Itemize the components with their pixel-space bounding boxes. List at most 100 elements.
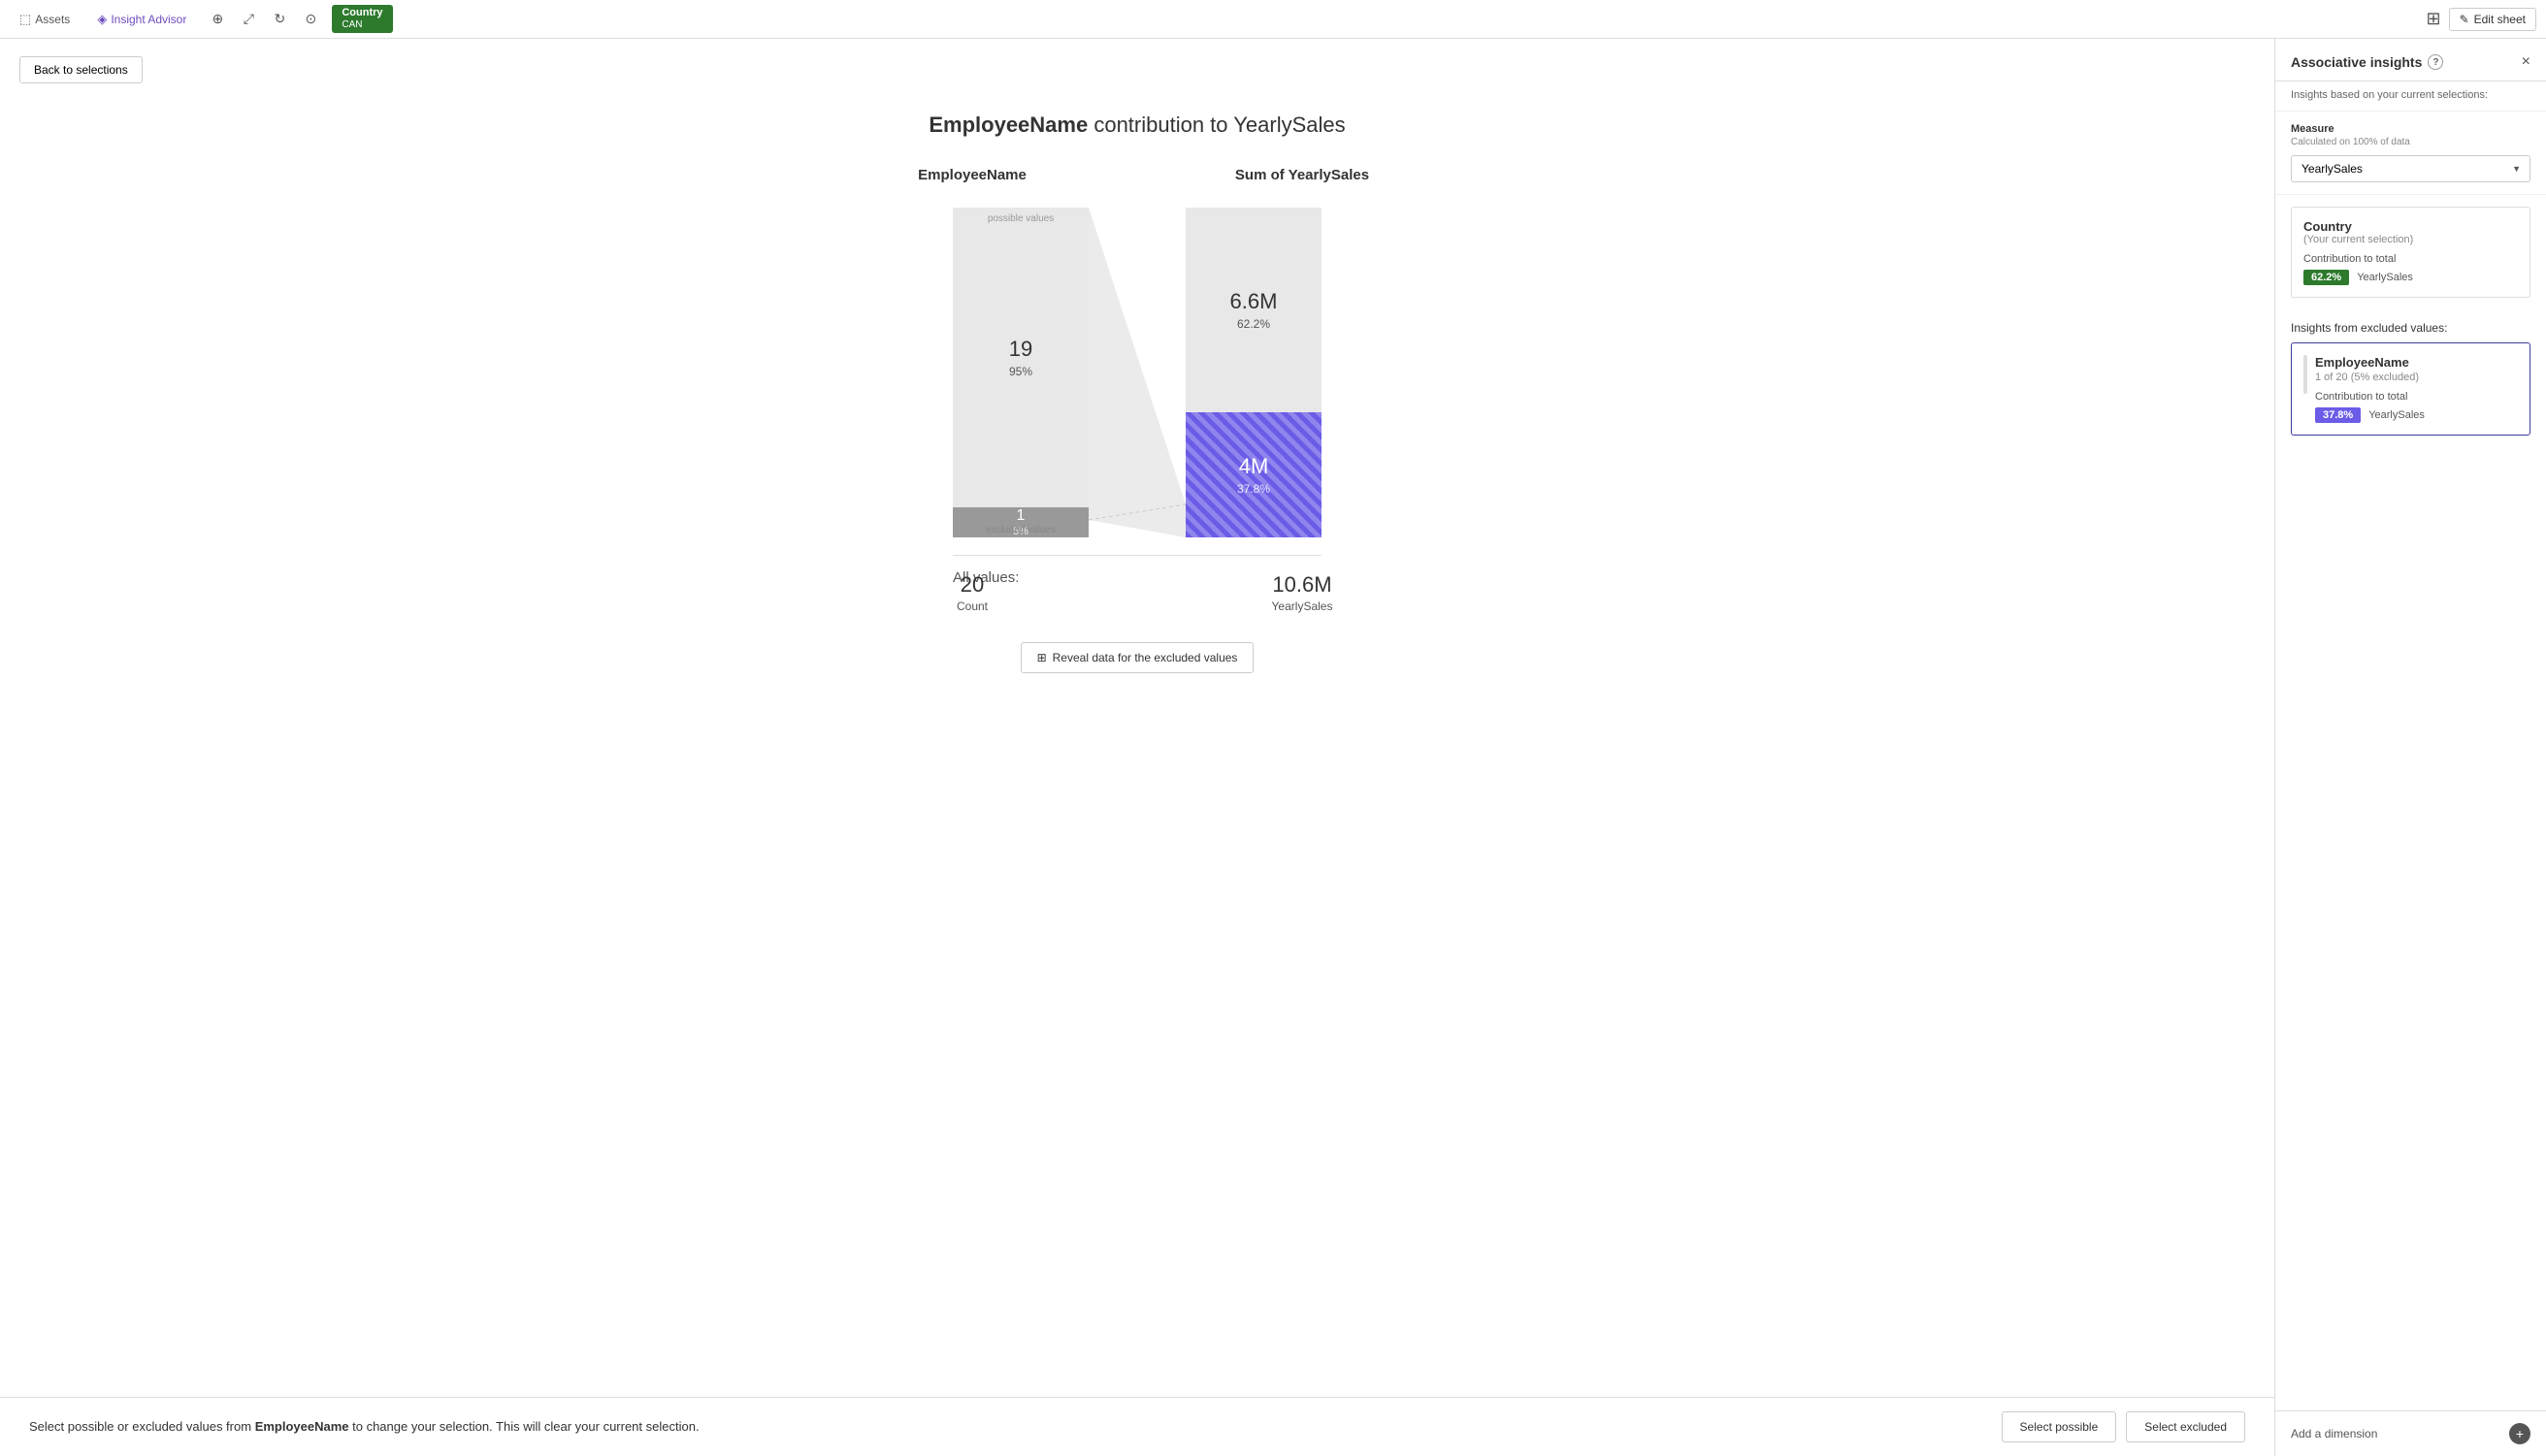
chart-title: EmployeeName contribution to YearlySales [929,113,1345,138]
zoom-icon[interactable]: ⊕ [204,6,231,33]
sales-excluded-pct: 37.8% [1237,482,1270,496]
all-values-data: 20 Count 10.6M YearlySales [904,572,1370,613]
back-to-selections-button[interactable]: Back to selections [19,56,143,83]
select-possible-button[interactable]: Select possible [2002,1411,2117,1442]
country-field-label: YearlySales [2357,272,2413,283]
sales-excluded: 4M 37.8% [1186,412,1322,537]
edit-sheet-button[interactable]: ✎ Edit sheet [2449,8,2536,31]
add-dimension-label: Add a dimension [2291,1427,2377,1440]
contribution-label: Contribution to total [2303,253,2518,265]
all-values-count: 20 Count [904,572,1040,613]
all-values-sales: 10.6M YearlySales [1234,572,1370,613]
excluded-pct-pill: 37.8% [2315,407,2361,423]
excluded-card[interactable]: EmployeeName 1 of 20 (5% excluded) Contr… [2291,342,2530,436]
country-card: Country (Your current selection) Contrib… [2291,207,2530,298]
measure-calc: Calculated on 100% of data [2291,137,2530,147]
add-dimension-row[interactable]: Add a dimension + [2275,1410,2546,1456]
measure-select[interactable]: YearlySales [2291,155,2530,182]
chart-title-mid: contribution to [1088,113,1233,137]
insights-excluded-label: Insights from excluded values: [2275,309,2546,342]
excluded-card-title: EmployeeName [2315,355,2518,370]
panel-header: Associative insights ? × [2275,39,2546,81]
assets-icon: ⬚ [19,12,31,27]
excluded-field-label: YearlySales [2368,409,2425,421]
grid-table-icon: ⊞ [1037,651,1047,664]
possible-count: 19 [1009,337,1032,362]
close-icon[interactable]: × [2522,53,2530,71]
all-sales-num: 10.6M [1272,572,1331,598]
edit-sheet-label: Edit sheet [2474,13,2526,26]
country-card-subtitle: (Your current selection) [2303,234,2518,245]
excluded-card-subtitle: 1 of 20 (5% excluded) [2315,372,2518,383]
middle-triangle [1089,208,1186,537]
insight-icon: ◈ [97,12,107,27]
sales-bar: 6.6M 62.2% 4M 37.8% [1186,208,1322,537]
top-bar: ⬚ Assets ◈ Insight Advisor ⊕ ⤢ ↻ ⊙ Count… [0,0,2546,39]
add-dimension-plus-icon[interactable]: + [2509,1423,2530,1444]
top-bar-left: ⬚ Assets ◈ Insight Advisor ⊕ ⤢ ↻ ⊙ Count… [10,5,393,33]
panel-subtitle: Insights based on your current selection… [2275,81,2546,112]
grid-view-icon[interactable]: ⊞ [2426,9,2440,29]
all-sales-label: YearlySales [1272,599,1333,613]
select-possible-label: Select possible [2020,1420,2099,1434]
rotate-icon[interactable]: ↻ [266,6,293,33]
main-layout: Back to selections EmployeeName contribu… [0,39,2546,1456]
plus-icon: + [2516,1426,2524,1441]
reveal-label: Reveal data for the excluded values [1053,651,1238,664]
insight-label: Insight Advisor [111,13,186,26]
chart-title-bold: EmployeeName [929,113,1088,137]
assets-tab[interactable]: ⬚ Assets [10,6,80,33]
sales-possible-value: 6.6M [1230,289,1278,314]
possible-pct: 95% [1009,365,1032,378]
country-pct-pill: 62.2% [2303,270,2349,285]
excluded-bar: excluded values 1 5% [953,507,1089,537]
content-area: Back to selections EmployeeName contribu… [0,39,2274,1456]
bottom-bar-actions: Select possible Select excluded [2002,1411,2245,1442]
panel-title: Associative insights ? [2291,54,2443,70]
contribution-bar: 62.2% YearlySales [2303,270,2518,285]
sales-possible-pct: 62.2% [1237,317,1270,331]
excluded-label: excluded values [986,525,1056,535]
sales-col-header: Sum of YearlySales [1234,167,1370,183]
right-panel: Associative insights ? × Insights based … [2274,39,2546,1456]
measure-label: Measure [2291,123,2530,135]
reveal-btn-container: ⊞ Reveal data for the excluded values [1021,642,1255,673]
bottom-bar: Select possible or excluded values from … [0,1397,2274,1456]
bottom-text-bold: EmployeeName [255,1419,349,1434]
toolbar-icons: ⊕ ⤢ ↻ ⊙ [204,6,324,33]
excluded-contribution-label: Contribution to total [2315,391,2518,403]
chart-section: EmployeeName contribution to YearlySales… [0,93,2274,1397]
country-pill-value: CAN [342,19,382,31]
sales-excluded-value: 4M [1239,454,1269,479]
all-count-label: Count [957,599,988,613]
help-icon[interactable]: ? [2428,54,2443,70]
select-excluded-button[interactable]: Select excluded [2126,1411,2245,1442]
target-icon[interactable]: ⊙ [297,6,324,33]
expand-icon[interactable]: ⤢ [235,6,262,33]
emp-col-header: EmployeeName [904,167,1040,183]
select-excluded-label: Select excluded [2144,1420,2227,1434]
bottom-bar-text: Select possible or excluded values from … [29,1417,700,1437]
panel-title-text: Associative insights [2291,54,2422,70]
sales-possible: 6.6M 62.2% [1186,208,1322,412]
country-card-title: Country [2303,219,2518,234]
excluded-contribution-bar: 37.8% YearlySales [2315,407,2518,423]
top-bar-right: ⊞ ✎ Edit sheet [2426,8,2536,31]
country-pill[interactable]: Country CAN [332,5,392,33]
bottom-text-end: to change your selection. This will clea… [349,1419,700,1434]
chart-title-end: YearlySales [1233,113,1345,137]
assets-label: Assets [35,13,70,26]
excluded-side-indicator [2303,355,2307,394]
bottom-text-start: Select possible or excluded values from [29,1419,255,1434]
excluded-card-content: EmployeeName 1 of 20 (5% excluded) Contr… [2315,355,2518,423]
reveal-excluded-button[interactable]: ⊞ Reveal data for the excluded values [1021,642,1255,673]
excluded-count: 1 [1017,507,1026,525]
all-count-num: 20 [961,572,984,598]
emp-bar: possible values 19 95% excluded values 1… [953,208,1089,537]
country-pill-label: Country [342,7,382,19]
back-label: Back to selections [34,63,128,77]
insight-tab[interactable]: ◈ Insight Advisor [87,6,196,33]
measure-select-wrapper: YearlySales [2291,155,2530,182]
measure-section: Measure Calculated on 100% of data Yearl… [2275,112,2546,195]
panel-subtitle-text: Insights based on your current selection… [2291,89,2488,101]
